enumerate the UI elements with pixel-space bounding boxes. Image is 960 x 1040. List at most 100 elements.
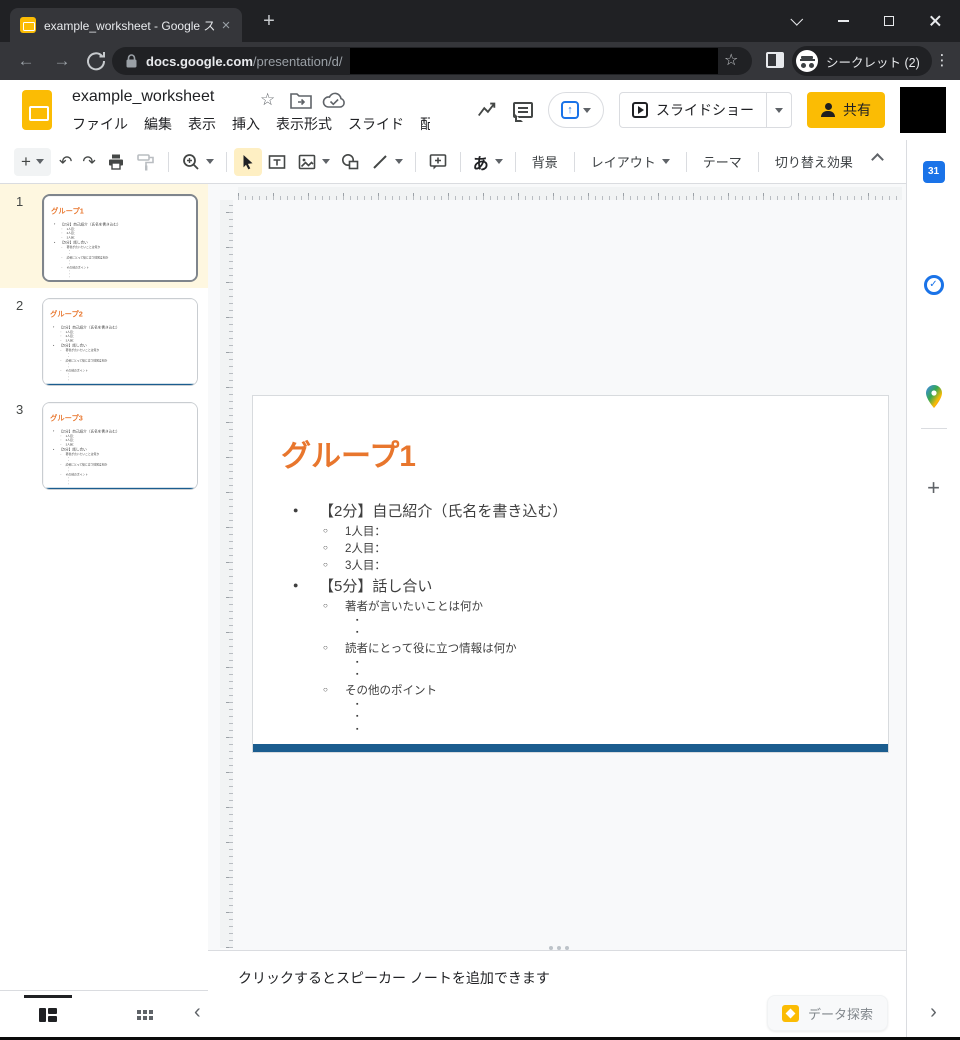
new-slide-button[interactable]: + [14, 148, 51, 176]
document-title[interactable]: example_worksheet [72, 88, 214, 106]
slides-logo-icon[interactable] [22, 90, 52, 130]
tab-title: example_worksheet - Google スラ [44, 17, 216, 34]
share-button[interactable]: 共有 [807, 92, 885, 128]
view-switcher-bar: ‹ [0, 990, 208, 1040]
back-icon[interactable]: ← [14, 49, 38, 73]
input-tools-button[interactable]: あ [468, 148, 508, 176]
slide-title[interactable]: グループ1 [281, 431, 888, 475]
layout-button[interactable]: レイアウト [582, 148, 679, 176]
menu-insert[interactable]: 挿入 [224, 112, 268, 136]
zoom-icon[interactable] [176, 148, 219, 176]
menu-format[interactable]: 表示形式 [268, 112, 340, 136]
move-folder-icon[interactable] [290, 91, 312, 109]
browser-window: example_worksheet - Google スラ × + ← → do… [0, 0, 960, 1040]
comment-history-icon[interactable] [513, 102, 533, 118]
horizontal-ruler [238, 187, 902, 200]
filmstrip-slide-1[interactable]: 1 グループ1 ●【2分】自己紹介（氏名を書き込む）○1人目：○2人目：○3人目… [0, 184, 208, 288]
tasks-icon[interactable]: ✓ [924, 275, 944, 295]
person-icon [821, 103, 835, 117]
speaker-notes-placeholder[interactable]: クリックするとスピーカー ノートを追加できます [238, 968, 550, 988]
url-bar[interactable]: docs.google.com /presentation/d/ ☆ [112, 47, 752, 75]
select-tool-icon[interactable] [234, 148, 262, 176]
slide-thumbnail[interactable]: グループ1 ●【2分】自己紹介（氏名を書き込む）○1人目：○2人目：○3人目：●… [42, 194, 198, 282]
current-slide[interactable]: グループ1 ●【2分】自己紹介（氏名を書き込む）○1人目：○2人目：○3人目：●… [252, 395, 889, 753]
toolbar-collapse-icon[interactable] [871, 153, 884, 166]
url-redaction [350, 48, 718, 74]
slide-number: 1 [16, 194, 23, 209]
slide-thumbnail[interactable]: グループ3 ●【2分】自己紹介（氏名を書き込む）○1人目：○2人目：○3人目：●… [42, 402, 198, 490]
thumb-slide-title: グループ1 [51, 205, 198, 216]
star-document-icon[interactable]: ☆ [260, 90, 275, 110]
account-avatar[interactable] [900, 87, 946, 133]
filmstrip-slide-3[interactable]: 3 グループ3 ●【2分】自己紹介（氏名を書き込む）○1人目：○2人目：○3人目… [0, 392, 208, 496]
slide-thumbnail[interactable]: グループ2 ●【2分】自己紹介（氏名を書き込む）○1人目：○2人目：○3人目：●… [42, 298, 198, 386]
slide-accent-bar [44, 281, 198, 282]
lock-icon[interactable] [126, 54, 137, 68]
browser-toolbar: ← → docs.google.com /presentation/d/ ☆ シ… [0, 42, 960, 80]
menu-view[interactable]: 表示 [180, 112, 224, 136]
window-maximize-button[interactable] [866, 0, 912, 42]
app-header: example_worksheet ☆ ファイル編集表示挿入表示形式スライド配置… [0, 80, 960, 140]
reload-icon[interactable] [84, 49, 108, 73]
new-tab-button[interactable]: + [256, 9, 282, 35]
transition-button[interactable]: 切り替え効果 [766, 148, 862, 176]
tab-search-icon[interactable] [774, 0, 820, 42]
speaker-notes-panel[interactable]: クリックするとスピーカー ノートを追加できます データ探索 [208, 950, 906, 1040]
forward-icon[interactable]: → [50, 49, 74, 73]
slide-number: 3 [16, 402, 23, 417]
incognito-badge[interactable]: シークレット (2) [792, 46, 932, 76]
present-to-meeting-button[interactable]: ↑ [548, 92, 604, 128]
menu-file[interactable]: ファイル [64, 112, 136, 136]
slideshow-button[interactable]: スライドショー [619, 92, 767, 128]
thumb-slide-title: グループ3 [50, 412, 198, 423]
background-button[interactable]: 背景 [523, 148, 567, 176]
insert-comment-icon[interactable] [423, 148, 453, 176]
bookmark-star-icon[interactable]: ☆ [724, 50, 738, 70]
header-actions: ↑ スライドショー 共有 [430, 80, 960, 140]
filmstrip-slide-2[interactable]: 2 グループ2 ●【2分】自己紹介（氏名を書き込む）○1人目：○2人目：○3人目… [0, 288, 208, 392]
paint-format-icon[interactable] [131, 148, 161, 176]
browser-tab[interactable]: example_worksheet - Google スラ × [10, 8, 242, 42]
notes-resize-handle[interactable] [557, 946, 561, 950]
collapse-filmstrip-icon[interactable]: ‹ [194, 1001, 201, 1024]
textbox-tool-icon[interactable] [262, 148, 292, 176]
side-panel-icon[interactable] [766, 52, 784, 68]
cloud-status-icon[interactable] [322, 91, 346, 109]
menu-slide[interactable]: スライド [340, 112, 412, 136]
slideshow-options-button[interactable] [766, 92, 792, 128]
activity-icon[interactable] [476, 99, 498, 121]
explore-icon [782, 1005, 799, 1022]
slide-number: 2 [16, 298, 23, 313]
maps-icon[interactable] [925, 385, 943, 409]
filmstrip-view-icon[interactable] [39, 1008, 57, 1022]
tab-strip: example_worksheet - Google スラ × + [0, 0, 960, 42]
window-minimize-button[interactable] [820, 0, 866, 42]
grid-view-icon[interactable] [137, 1010, 141, 1014]
play-icon [632, 102, 648, 118]
undo-icon[interactable]: ↶ [54, 148, 77, 176]
theme-button[interactable]: テーマ [694, 148, 751, 176]
browser-menu-icon[interactable]: ⋮ [930, 49, 954, 73]
redo-icon[interactable]: ↷ [77, 148, 100, 176]
explore-button[interactable]: データ探索 [767, 995, 888, 1031]
expand-panel-icon[interactable]: › [930, 1001, 937, 1024]
insert-line-icon[interactable] [365, 148, 408, 176]
slide-accent-bar [43, 384, 197, 386]
slide-body-text[interactable]: ●【2分】自己紹介（氏名を書き込む）○1人目：○2人目：○3人目：●【5分】話し… [253, 498, 888, 736]
insert-shape-icon[interactable] [335, 148, 365, 176]
slide-accent-bar [253, 744, 888, 752]
incognito-icon [796, 50, 818, 72]
add-addon-icon[interactable]: + [927, 475, 940, 501]
slides-toolbar: + ↶ ↷ [0, 140, 960, 184]
calendar-icon[interactable]: 31 [923, 161, 945, 183]
window-close-button[interactable] [912, 0, 958, 42]
present-arrow-icon: ↑ [561, 101, 579, 119]
slides-favicon-icon [20, 17, 36, 33]
menu-edit[interactable]: 編集 [136, 112, 180, 136]
insert-image-icon[interactable] [292, 148, 335, 176]
tab-close-icon[interactable]: × [218, 18, 234, 33]
print-icon[interactable] [101, 148, 131, 176]
menu-arrange[interactable]: 配置 [412, 112, 432, 136]
rail-divider [921, 428, 947, 429]
side-panel-rail: 31 ✓ + › [906, 140, 960, 1040]
